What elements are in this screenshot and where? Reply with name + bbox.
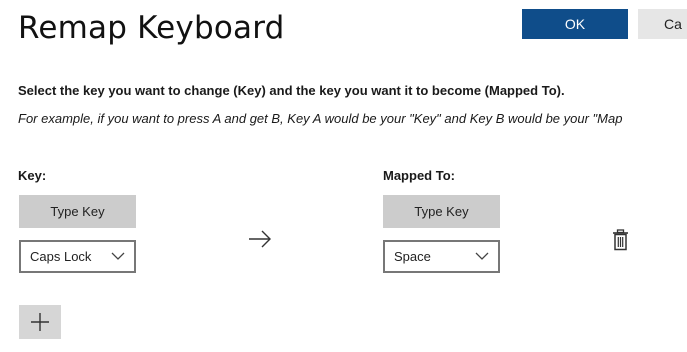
trash-icon[interactable] <box>612 229 629 251</box>
ok-button[interactable]: OK <box>522 9 628 39</box>
key-select-value: Caps Lock <box>30 249 92 264</box>
add-mapping-button[interactable] <box>19 305 61 339</box>
mapped-type-key-button[interactable]: Type Key <box>383 195 500 228</box>
key-type-key-button[interactable]: Type Key <box>19 195 136 228</box>
plus-icon <box>31 313 49 331</box>
cancel-button[interactable]: Ca <box>638 9 687 39</box>
key-select[interactable]: Caps Lock <box>19 240 136 273</box>
example-text: For example, if you want to press A and … <box>18 111 623 126</box>
mapped-select-value: Space <box>394 249 431 264</box>
mapped-select[interactable]: Space <box>383 240 500 273</box>
chevron-down-icon <box>475 252 489 260</box>
right-arrow-icon <box>249 230 271 248</box>
page-title: Remap Keyboard <box>18 10 285 46</box>
chevron-down-icon <box>111 252 125 260</box>
instructions-text: Select the key you want to change (Key) … <box>18 83 565 98</box>
mapped-to-label: Mapped To: <box>383 168 455 183</box>
key-label: Key: <box>18 168 47 183</box>
